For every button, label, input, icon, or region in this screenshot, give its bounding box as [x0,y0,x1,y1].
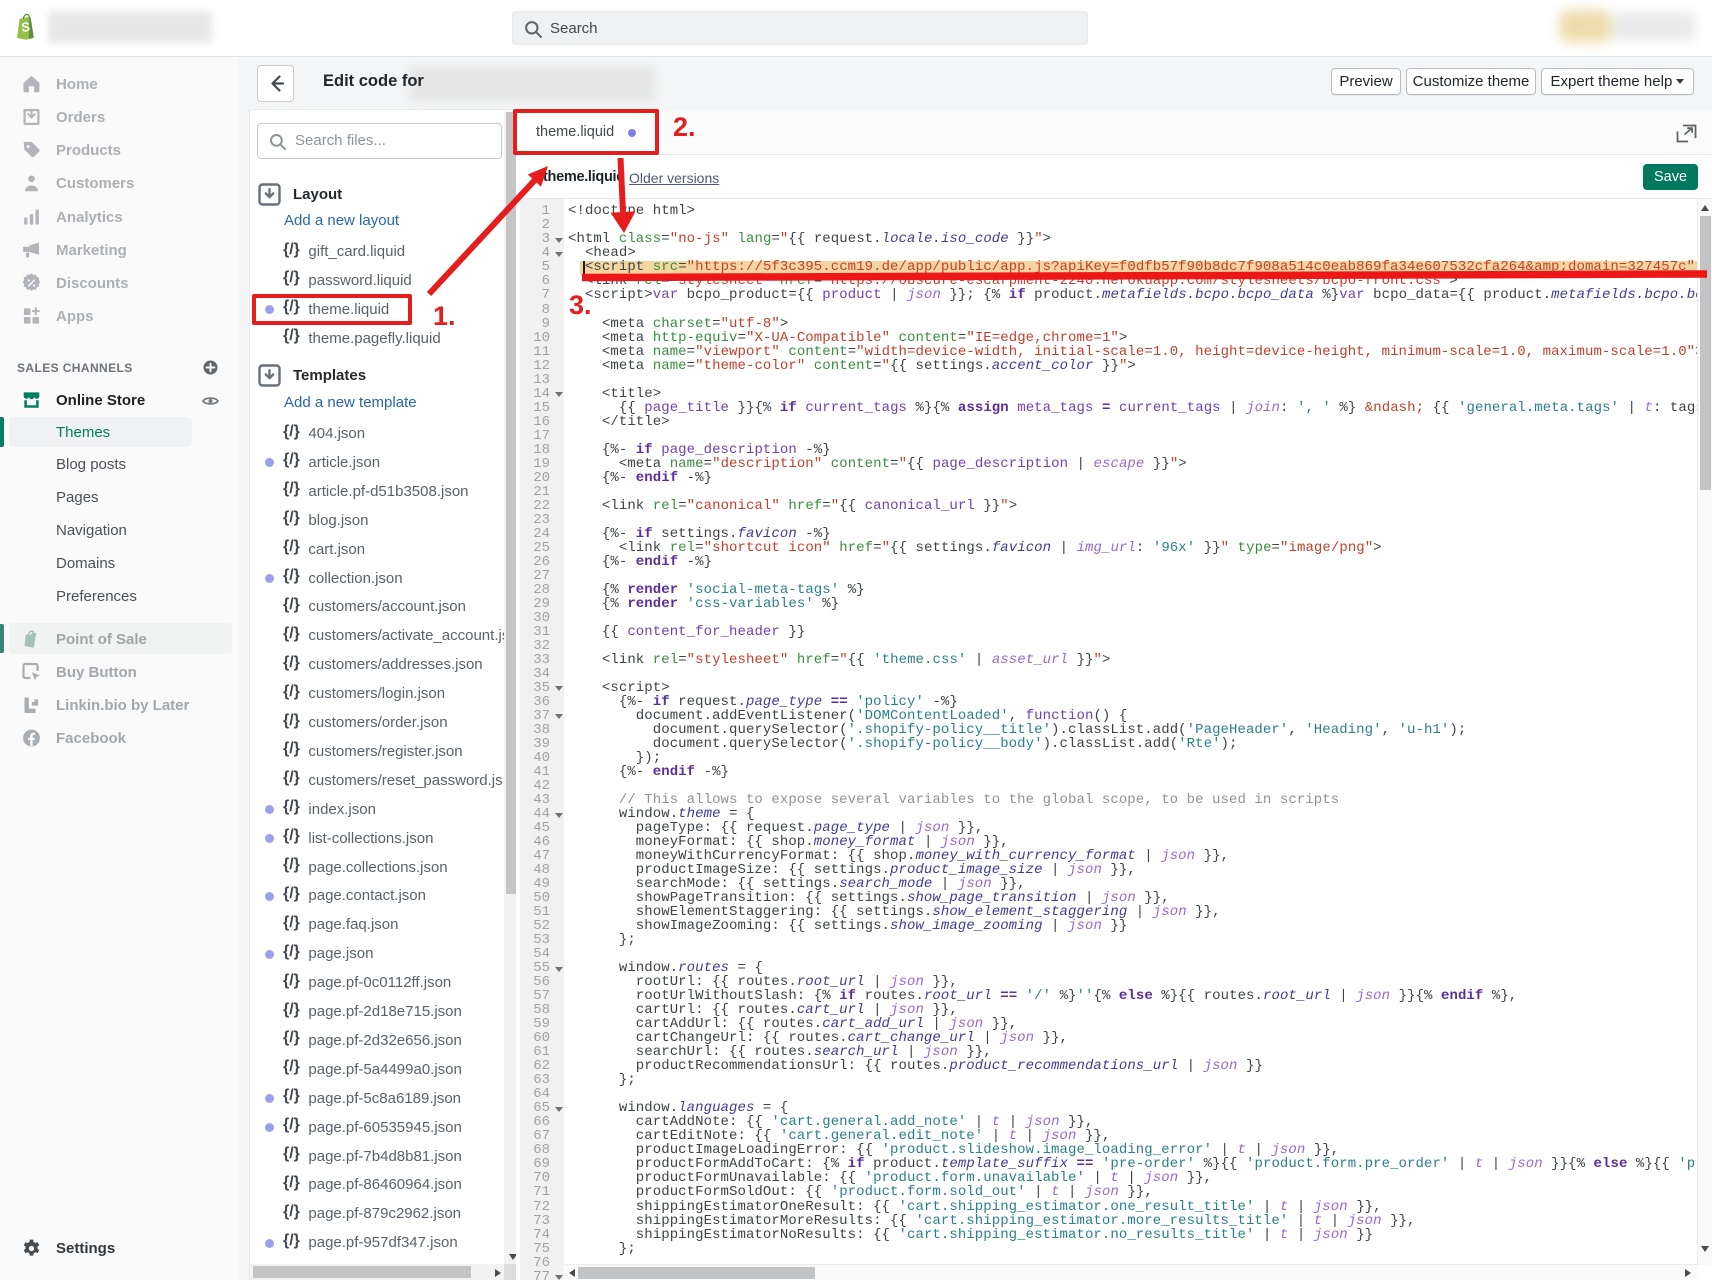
svg-text:S: S [21,19,31,35]
